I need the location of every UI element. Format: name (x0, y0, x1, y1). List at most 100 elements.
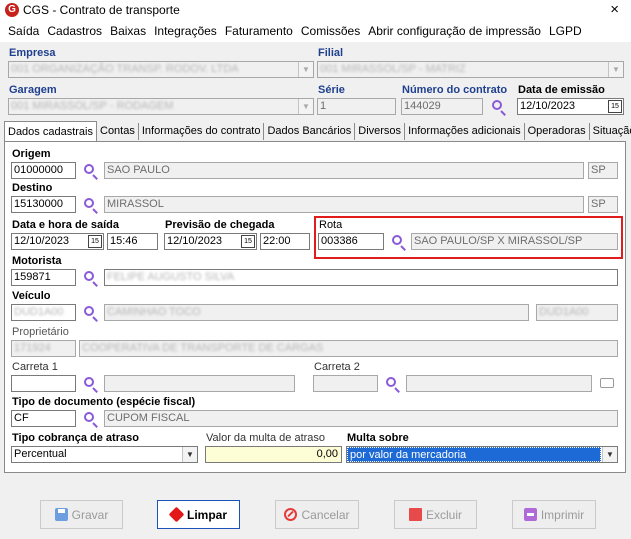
save-icon (54, 508, 68, 521)
calendar-icon[interactable]: 15 (241, 235, 255, 248)
tab-informacoes-adicionais[interactable]: Informações adicionais (405, 123, 525, 140)
menu-baixas[interactable]: Baixas (106, 20, 150, 42)
menu-config-impressao[interactable]: Abrir configuração de impressão (364, 20, 545, 42)
motorista-name-value: FELIPE AUGUSTO SILVA (107, 271, 235, 283)
origem-label: Origem (12, 148, 51, 160)
menu-bar: Saída Cadastros Baixas Integrações Fatur… (0, 20, 631, 42)
serie-label: Série (318, 84, 345, 96)
origem-uf-field: SP (588, 162, 618, 179)
numero-contrato-label: Número do contrato (402, 84, 508, 96)
rota-code-field[interactable]: 003386 (318, 233, 384, 250)
tab-contas[interactable]: Contas (97, 123, 139, 140)
app-logo-icon: G (5, 3, 19, 17)
search-icon[interactable] (83, 411, 99, 428)
cancel-icon (284, 508, 298, 521)
trash-icon (408, 508, 422, 521)
tab-situacao[interactable]: Situação (590, 123, 631, 140)
multa-sobre-select[interactable]: por valor da mercadoria ▼ (346, 446, 618, 463)
multa-valor-field[interactable]: 0,00 (205, 446, 342, 463)
filial-label: Filial (318, 47, 344, 59)
eraser-icon (168, 506, 185, 523)
cancelar-label: Cancelar (301, 507, 350, 522)
search-icon[interactable] (491, 99, 507, 116)
veiculo-plate-field[interactable]: DUD1A00 (11, 304, 76, 321)
proprietario-name-field: COOPERATIVA DE TRANSPORTE DE CARGAS (79, 340, 618, 357)
carreta1-label: Carreta 1 (12, 361, 58, 373)
proprietario-code-value: 171924 (14, 342, 51, 354)
data-emissao-field[interactable]: 12/10/2023 15 (517, 98, 624, 115)
destino-label: Destino (12, 182, 53, 194)
title-bar: G CGS - Contrato de transporte × (0, 0, 631, 20)
data-emissao-label: Data de emissão (518, 84, 605, 96)
motorista-name-field: FELIPE AUGUSTO SILVA (104, 269, 618, 286)
proprietario-code-field: 171924 (11, 340, 76, 357)
tab-dados-cadastrais[interactable]: Dados cadastrais (4, 121, 97, 141)
destino-code-field[interactable]: 15130000 (11, 196, 76, 213)
rota-label: Rota (319, 219, 343, 231)
tab-diversos[interactable]: Diversos (355, 123, 406, 140)
menu-saida[interactable]: Saída (4, 20, 43, 42)
data-saida-value: 12/10/2023 (14, 235, 70, 247)
garagem-select[interactable]: 001 MIRASSOL/SP - RODAGEM ▼ (8, 98, 314, 115)
origem-city-field: SAO PAULO (104, 162, 584, 179)
cancelar-button[interactable]: Cancelar (275, 500, 359, 529)
menu-faturamento[interactable]: Faturamento (221, 20, 297, 42)
motorista-label: Motorista (12, 255, 62, 267)
gravar-button[interactable]: Gravar (40, 500, 123, 529)
imprimir-button[interactable]: Imprimir (512, 500, 596, 529)
excluir-label: Excluir (425, 507, 462, 522)
carreta2-code-field[interactable] (313, 375, 378, 392)
excluir-button[interactable]: Excluir (394, 500, 477, 529)
limpar-button[interactable]: Limpar (157, 500, 240, 529)
menu-lgpd[interactable]: LGPD (545, 20, 586, 42)
numero-contrato-field[interactable]: 144029 (401, 98, 483, 115)
data-chegada-field[interactable]: 12/10/2023 15 (164, 233, 257, 250)
search-icon[interactable] (385, 376, 401, 393)
data-chegada-value: 12/10/2023 (167, 235, 223, 247)
rota-desc-field: SAO PAULO/SP X MIRASSOL/SP (411, 233, 618, 250)
garagem-label: Garagem (9, 84, 57, 96)
tipo-documento-code-field[interactable]: CF (11, 410, 76, 427)
tipo-documento-label: Tipo de documento (espécie fiscal) (12, 396, 196, 408)
search-icon[interactable] (83, 376, 99, 393)
calendar-icon[interactable]: 15 (608, 100, 622, 113)
chevron-down-icon[interactable]: ▼ (298, 99, 313, 114)
search-icon[interactable] (83, 163, 99, 180)
proprietario-name-value: COOPERATIVA DE TRANSPORTE DE CARGAS (82, 342, 324, 354)
carreta2-desc-field (406, 375, 592, 392)
tab-dados-bancarios[interactable]: Dados Bancários (264, 123, 356, 140)
search-icon[interactable] (83, 197, 99, 214)
tipo-cobranca-select[interactable]: Percentual ▼ (11, 446, 198, 463)
data-saida-field[interactable]: 12/10/2023 15 (11, 233, 104, 250)
imprimir-label: Imprimir (540, 507, 585, 522)
menu-integracoes[interactable]: Integrações (150, 20, 221, 42)
chevron-down-icon[interactable]: ▼ (602, 447, 617, 462)
filial-select[interactable]: 001 MIRASSOL/SP - MATRIZ ▼ (317, 61, 624, 78)
chevron-down-icon[interactable]: ▼ (182, 447, 197, 462)
window-title: CGS - Contrato de transporte (23, 3, 180, 17)
serie-field[interactable]: 1 (317, 98, 396, 115)
menu-cadastros[interactable]: Cadastros (43, 20, 106, 42)
destino-uf-field: SP (588, 196, 618, 213)
search-icon[interactable] (391, 234, 407, 251)
chevron-down-icon[interactable]: ▼ (298, 62, 313, 77)
tab-informacoes-contrato[interactable]: Informações do contrato (139, 123, 265, 140)
chevron-down-icon[interactable]: ▼ (608, 62, 623, 77)
tab-operadoras[interactable]: Operadoras (525, 123, 590, 140)
carreta1-code-field[interactable] (11, 375, 76, 392)
search-icon[interactable] (83, 305, 99, 322)
motorista-code-field[interactable]: 159871 (11, 269, 76, 286)
carreta1-desc-field (104, 375, 295, 392)
empresa-select[interactable]: 001 ORGANIZAÇÃO TRANSP. RODOV. LTDA ▼ (8, 61, 314, 78)
limpar-label: Limpar (186, 507, 227, 522)
menu-comissoes[interactable]: Comissões (297, 20, 364, 42)
search-icon[interactable] (83, 270, 99, 287)
origem-code-field[interactable]: 01000000 (11, 162, 76, 179)
data-saida-label: Data e hora de saída (12, 219, 119, 231)
hora-chegada-field[interactable]: 22:00 (260, 233, 310, 250)
tipo-cobranca-label: Tipo cobrança de atraso (12, 432, 139, 444)
truck-icon[interactable] (600, 378, 614, 388)
close-icon[interactable]: × (610, 1, 619, 18)
calendar-icon[interactable]: 15 (88, 235, 102, 248)
hora-saida-field[interactable]: 15:46 (107, 233, 158, 250)
